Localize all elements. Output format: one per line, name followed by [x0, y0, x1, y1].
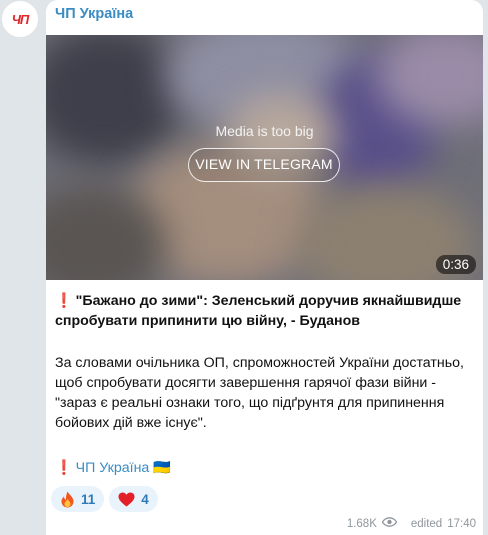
reaction-fire[interactable]: 11 — [51, 486, 105, 512]
post-headline: ❗ "Бажано до зими": Зеленський доручив як… — [55, 291, 479, 331]
post-body: За словами очільника ОП, спроможностей У… — [55, 355, 464, 431]
reaction-heart[interactable]: 4 — [109, 486, 158, 512]
post-footer: ❗ ЧП Україна 🇺🇦 — [55, 458, 479, 478]
channel-avatar-logo: ЧП — [11, 11, 30, 27]
reaction-count: 11 — [81, 491, 96, 507]
message-time: 17:40 — [447, 517, 476, 530]
media-too-big-notice: Media is too big — [215, 123, 314, 139]
fire-icon — [60, 491, 75, 508]
view-count: 1.68K — [346, 517, 377, 530]
channel-link[interactable]: ЧП Україна — [76, 460, 150, 476]
view-in-telegram-button[interactable]: VIEW IN TELEGRAM — [188, 148, 340, 182]
channel-name[interactable]: ЧП Україна — [55, 6, 133, 22]
channel-avatar[interactable]: ЧП — [1, 0, 39, 38]
post-headline-text: "Бажано до зими": Зеленський доручив якн… — [55, 293, 462, 329]
message-meta: 1.68K edited 17:40 — [347, 517, 476, 530]
exclamation-icon: ❗ — [55, 460, 73, 476]
heart-icon — [118, 492, 135, 507]
ukraine-flag-icon: 🇺🇦 — [153, 460, 171, 476]
video-preview[interactable]: Media is too big VIEW IN TELEGRAM 0:36 — [46, 35, 483, 280]
edited-label: edited — [410, 517, 443, 530]
exclamation-icon: ❗ — [55, 293, 73, 309]
video-duration-badge: 0:36 — [435, 255, 476, 274]
reactions-bar: 11 4 — [51, 486, 158, 512]
eye-icon — [381, 517, 398, 530]
reaction-count: 4 — [141, 491, 149, 507]
